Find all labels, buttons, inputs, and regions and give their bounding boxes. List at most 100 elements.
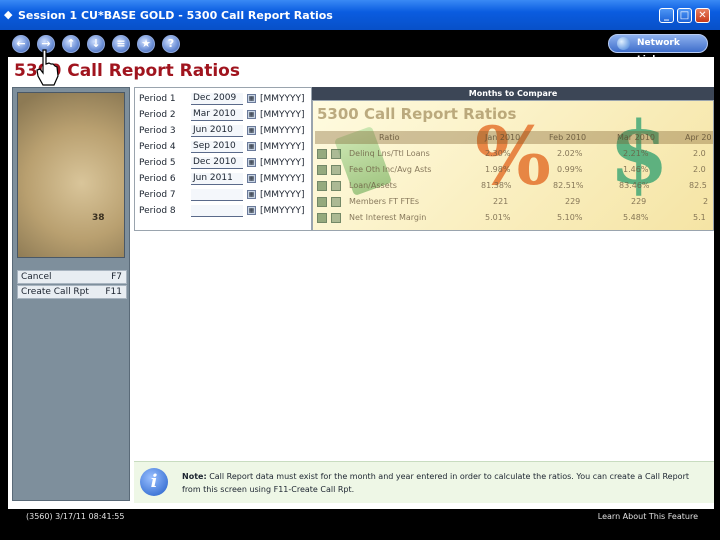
period-input[interactable] [191,205,243,217]
preview-cell: 82.51% [553,181,584,190]
period-row: Period 8 ▦ [MMYYYY] [139,204,311,218]
period-input[interactable]: Jun 2011 [191,173,243,185]
row-icon [317,197,327,207]
preview-cell: 5.01% [485,213,511,222]
help-icon[interactable]: ? [162,35,180,53]
period-row: Period 2 Mar 2010 ▦ [MMYYYY] [139,108,311,122]
period-label: Period 2 [139,110,176,120]
calendar-icon[interactable]: ▦ [247,126,256,135]
period-label: Period 6 [139,174,176,184]
menu-icon[interactable]: ≡ [112,35,130,53]
preview-cell: 2.02% [557,149,583,158]
calendar-icon[interactable]: ▦ [247,190,256,199]
preview-cell: 81.38% [481,181,512,190]
period-input[interactable]: Sep 2010 [191,141,243,153]
window-title: Session 1 CU*BASE GOLD - 5300 Call Repor… [18,9,333,22]
hand-cursor-icon [36,49,59,86]
maximize-button[interactable]: □ [677,8,692,23]
close-button[interactable]: ✕ [695,8,710,23]
period-row: Period 1 Dec 2009 ▦ [MMYYYY] [139,92,311,106]
preview-cell: 83.46% [619,181,650,190]
create-call-rpt-label: Create Call Rpt [21,287,89,297]
preview-cell: 2.0 [693,165,706,174]
period-input[interactable]: Dec 2009 [191,93,243,105]
period-format: [MMYYYY] [260,190,305,200]
row-icon [331,213,341,223]
create-call-rpt-button[interactable]: Create Call Rpt F11 [17,285,127,299]
period-row: Period 5 Dec 2010 ▦ [MMYYYY] [139,156,311,170]
up-arrow-icon[interactable]: ↑ [62,35,80,53]
preview-cell: 229 [565,197,581,206]
calendar-icon[interactable]: ▦ [247,174,256,183]
period-format: [MMYYYY] [260,158,305,168]
period-row: Period 6 Jun 2011 ▦ [MMYYYY] [139,172,311,186]
period-format: [MMYYYY] [260,94,305,104]
calendar-icon[interactable]: ▦ [247,158,256,167]
create-call-rpt-key: F11 [105,287,122,297]
preview-cell: 2 [703,197,709,206]
main-content: 5300 Call Report Ratios 38 Cancel F7 Cre… [8,57,714,509]
minimize-button[interactable]: _ [659,8,674,23]
row-icon [331,165,341,175]
period-input[interactable] [191,189,243,201]
row-icon [317,181,327,191]
window-titlebar: ◆ Session 1 CU*BASE GOLD - 5300 Call Rep… [0,0,720,30]
preview-header-cell: Jan 2010 [485,133,521,142]
calendar-icon[interactable]: ▦ [247,110,256,119]
preview-cell: Loan/Assets [349,181,397,190]
preview-title: 5300 Call Report Ratios [317,105,517,123]
info-note: i Note: Call Report data must exist for … [134,461,714,503]
preview-row: Delinq Lns/Ttl Loans 2.30% 2.02% 2.21% 2… [315,147,713,162]
period-format: [MMYYYY] [260,206,305,216]
row-icon [317,165,327,175]
period-format: [MMYYYY] [260,126,305,136]
cancel-button[interactable]: Cancel F7 [17,270,127,284]
months-to-compare-header: Months to Compare [312,87,714,100]
period-label: Period 3 [139,126,176,136]
preview-header-cell: Mar 2010 [617,133,655,142]
period-input[interactable]: Mar 2010 [191,109,243,121]
preview-cell: 2.0 [693,149,706,158]
preview-cell: 0.99% [557,165,583,174]
info-icon: i [140,468,168,496]
status-bar: (3560) 3/17/11 08:41:55 Learn About This… [0,509,720,540]
period-input[interactable]: Jun 2010 [191,125,243,137]
favorites-star-icon[interactable]: ★ [137,35,155,53]
calendar-icon[interactable]: ▦ [247,142,256,151]
period-input[interactable]: Dec 2010 [191,157,243,169]
preview-cell: 2.21% [623,149,649,158]
calendar-icon[interactable]: ▦ [247,94,256,103]
preview-header-cell: Feb 2010 [549,133,587,142]
period-label: Period 7 [139,190,176,200]
period-selection-panel: Period 1 Dec 2009 ▦ [MMYYYY] Period 2 Ma… [134,87,312,231]
row-icon [331,197,341,207]
period-format: [MMYYYY] [260,174,305,184]
note-text: Call Report data must exist for the mont… [182,472,689,494]
preview-cell: 82.5 [689,181,707,190]
preview-header-cell: Ratio [379,133,400,142]
photo-label: 38 [92,213,105,223]
preview-row: Loan/Assets 81.38% 82.51% 83.46% 82.5 [315,179,713,194]
down-arrow-icon[interactable]: ↓ [87,35,105,53]
calendar-icon[interactable]: ▦ [247,206,256,215]
period-label: Period 1 [139,94,176,104]
preview-cell: 1.98% [485,165,511,174]
preview-cell: Fee Oth Inc/Avg Asts [349,165,432,174]
learn-about-link[interactable]: Learn About This Feature [598,512,698,521]
decorative-photo: 38 [17,92,125,258]
preview-cell: 1.46% [623,165,649,174]
row-icon [331,149,341,159]
preview-row: Fee Oth Inc/Avg Asts 1.98% 0.99% 1.46% 2… [315,163,713,178]
globe-icon [617,37,630,50]
network-links-button[interactable]: Network Links [608,34,708,65]
row-icon [317,213,327,223]
back-icon[interactable]: ← [12,35,30,53]
preview-cell: Net Interest Margin [349,213,427,222]
period-format: [MMYYYY] [260,142,305,152]
preview-cell: 229 [631,197,647,206]
preview-header-cell: Apr 20 [685,133,712,142]
preview-header-row: Ratio Jan 2010 Feb 2010 Mar 2010 Apr 20 [315,131,713,144]
preview-cell: Members FT FTEs [349,197,420,206]
preview-cell: Delinq Lns/Ttl Loans [349,149,430,158]
period-row: Period 4 Sep 2010 ▦ [MMYYYY] [139,140,311,154]
